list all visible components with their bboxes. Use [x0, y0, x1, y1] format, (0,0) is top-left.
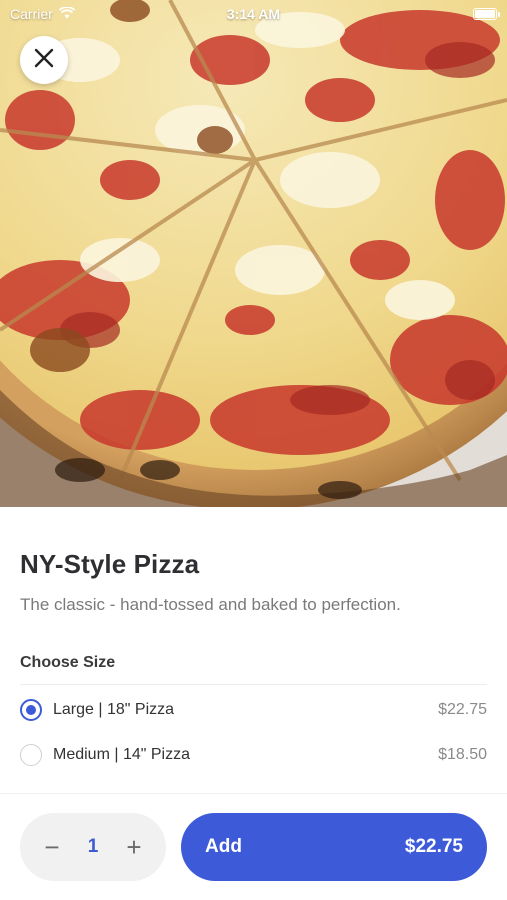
size-option-large[interactable]: Large | 18" Pizza $22.75 — [20, 687, 487, 732]
radio-selected-icon[interactable] — [20, 698, 42, 721]
status-bar: Carrier 3:14 AM — [0, 0, 507, 28]
pizza-illustration — [0, 0, 507, 507]
bottom-action-bar: − 1 + Add $22.75 — [0, 793, 507, 900]
size-option-label: Medium | 14" Pizza — [53, 745, 190, 763]
quantity-value: 1 — [87, 836, 99, 857]
size-options: Large | 18" Pizza $22.75 Medium | 14" Pi… — [20, 687, 487, 777]
add-to-cart-button[interactable]: Add $22.75 — [181, 813, 487, 881]
status-left: Carrier — [10, 6, 75, 22]
size-option-price: $22.75 — [438, 700, 487, 718]
status-time: 3:14 AM — [226, 6, 281, 22]
radio-unselected-icon[interactable] — [20, 743, 42, 766]
size-option-price: $18.50 — [438, 745, 487, 763]
size-option-medium[interactable]: Medium | 14" Pizza $18.50 — [20, 732, 487, 777]
item-title: NY-Style Pizza — [20, 549, 200, 579]
add-button-label: Add — [205, 836, 242, 857]
wifi-icon — [58, 6, 75, 22]
quantity-stepper: − 1 + — [20, 813, 166, 881]
size-option-label: Large | 18" Pizza — [53, 700, 175, 718]
item-description: The classic - hand-tossed and baked to p… — [20, 595, 401, 614]
close-icon — [34, 48, 54, 73]
close-button[interactable] — [20, 36, 68, 84]
size-section-header: Choose Size — [20, 654, 487, 686]
increment-button[interactable]: + — [122, 834, 146, 860]
item-details: NY-Style Pizza The classic - hand-tossed… — [0, 507, 507, 777]
decrement-button[interactable]: − — [40, 834, 64, 860]
battery-icon — [473, 8, 500, 20]
add-button-total: $22.75 — [404, 836, 463, 857]
hero-image — [0, 0, 507, 507]
carrier-label: Carrier — [10, 6, 53, 22]
